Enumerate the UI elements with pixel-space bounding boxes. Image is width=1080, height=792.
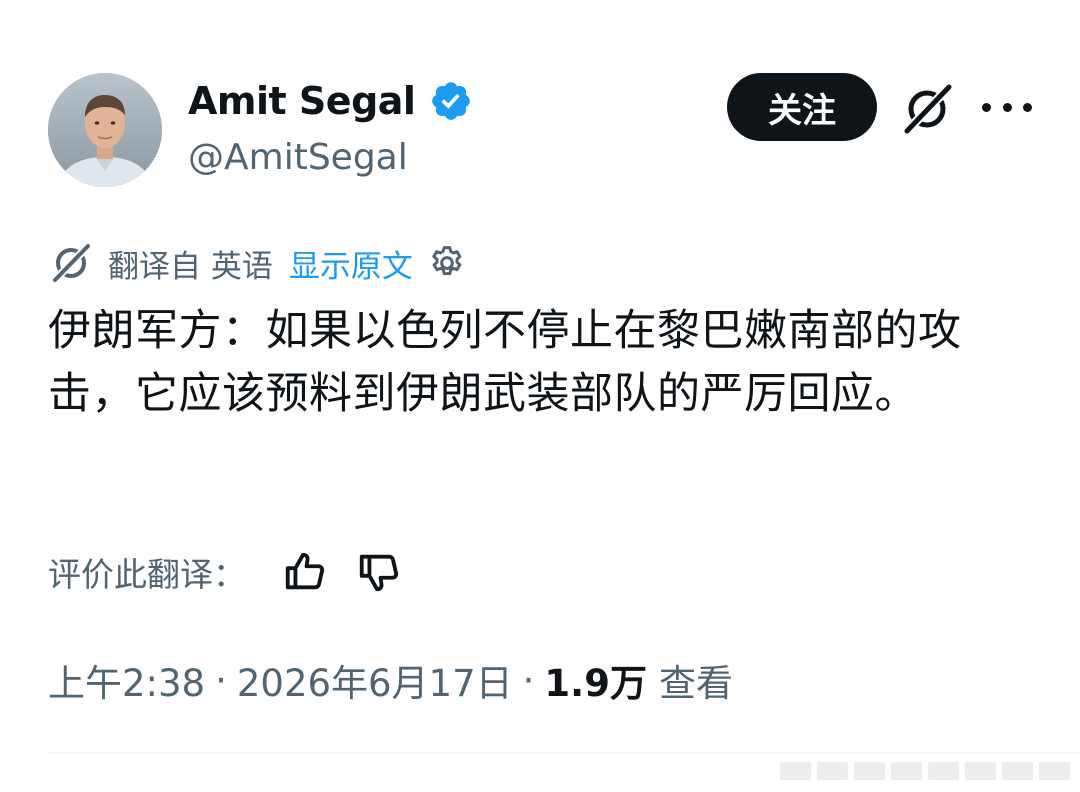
views-label: 查看 — [658, 662, 733, 705]
grok-translate-icon — [51, 242, 92, 284]
avatar-photo — [48, 73, 162, 187]
translation-notice: 翻译自 英语 显示原文 — [48, 236, 467, 290]
thumbs-up-icon[interactable] — [282, 549, 328, 595]
divider — [48, 752, 1080, 753]
views-count[interactable]: 1.9万 — [544, 653, 647, 707]
thumbs-down-icon[interactable] — [356, 549, 402, 595]
more-dot — [982, 102, 991, 112]
tweet-date[interactable]: 2026年6月17日 — [237, 653, 513, 707]
show-original-link[interactable]: 显示原文 — [289, 241, 413, 286]
more-dot — [1023, 102, 1032, 112]
tweet-meta: 上午2:38 · 2026年6月17日 · 1.9万 查看 — [48, 650, 733, 710]
grok-icon[interactable] — [898, 80, 956, 138]
author-display-name[interactable]: Amit Segal — [188, 76, 416, 126]
rate-translation-row: 评价此翻译： — [48, 544, 402, 600]
rate-translation-label: 评价此翻译： — [48, 555, 246, 594]
meta-separator: · — [522, 658, 535, 702]
avatar[interactable] — [48, 73, 162, 187]
gear-icon[interactable] — [427, 243, 467, 283]
author-name-row: Amit Segal — [188, 76, 473, 126]
tweet-time[interactable]: 上午2:38 — [48, 653, 205, 707]
follow-button[interactable]: 关注 — [727, 73, 877, 141]
tweet-header: Amit Segal @AmitSegal 关注 — [0, 0, 1080, 210]
more-dot — [1002, 102, 1012, 112]
meta-separator: · — [215, 658, 227, 702]
watermark — [780, 762, 1070, 780]
tweet-text: 伊朗军方：如果以色列不停止在黎巴嫩南部的攻击，它应该预料到伊朗武装部队的严厉回应… — [48, 306, 962, 419]
more-options-icon[interactable] — [982, 90, 1032, 124]
verified-badge-icon — [432, 82, 471, 120]
translated-from-label: 翻译自 英语 — [108, 248, 273, 285]
author-handle[interactable]: @AmitSegal — [188, 134, 408, 182]
